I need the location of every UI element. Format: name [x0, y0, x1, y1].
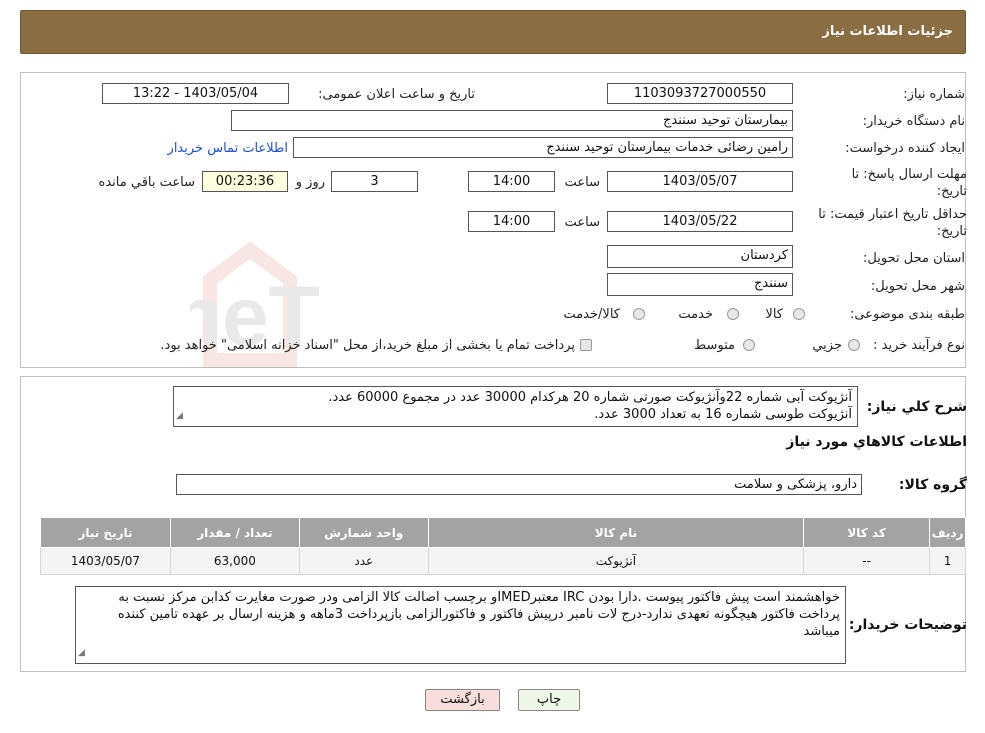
announce-field: 1403/05/04 - 13:22 [102, 83, 289, 104]
city-field: سنندج [607, 273, 793, 296]
validity-label-line2: تاریخ: [936, 224, 967, 239]
category-option-service: خدمت [678, 307, 713, 322]
validity-time-label: ساعت [564, 215, 600, 230]
cell-row: 1 [929, 547, 966, 575]
process-label: نوع فرآیند خرید : [873, 338, 965, 353]
back-button[interactable]: بازگشت [425, 689, 500, 711]
category-option-goods-service: کالا/خدمت [563, 307, 620, 322]
col-row: ردیف [929, 517, 966, 548]
days-field: 3 [331, 171, 418, 192]
deadline-date-field: 1403/05/07 [607, 171, 793, 192]
deadline-time-field: 14:00 [468, 171, 555, 192]
page-title: جزئیات اطلاعات نیاز [822, 24, 953, 39]
deadline-time-label: ساعت [564, 175, 600, 190]
category-option-goods: کالا [765, 307, 783, 322]
validity-date-field: 1403/05/22 [607, 211, 793, 232]
cell-qty: 63,000 [169, 547, 300, 575]
goods-group-field: دارو، پزشکی و سلامت [176, 474, 862, 495]
process-radio-medium[interactable] [743, 339, 755, 351]
col-date: تاریخ نیاز [40, 517, 171, 548]
category-radio-goods[interactable] [793, 308, 805, 320]
province-label: استان محل تحویل: [863, 251, 965, 266]
buyer-org-label: نام دستگاه خریدار: [862, 114, 965, 129]
cell-unit: عدد [298, 547, 429, 575]
buyer-contact-link[interactable]: اطلاعات تماس خریدار [168, 141, 288, 156]
buyer-org-field: بیمارستان توحید سنندج [231, 110, 793, 131]
remaining-time-label: ساعت باقي مانده [98, 175, 195, 190]
cell-name: آنژیوکت [427, 547, 805, 575]
city-label: شهر محل تحویل: [870, 279, 965, 294]
deadline-label: مهلت ارسال پاسخ: تا تاریخ: [852, 166, 967, 200]
description-line2: آنژیوکت طوسی شماره 16 به تعداد 3000 عدد. [594, 407, 852, 422]
need-number-field: 1103093727000550 [607, 83, 793, 104]
page-header: جزئیات اطلاعات نیاز [20, 10, 966, 54]
validity-label-line1: حداقل تاریخ اعتبار قیمت: تا [818, 207, 967, 222]
col-qty: تعداد / مقدار [169, 517, 300, 548]
category-radio-service[interactable] [727, 308, 739, 320]
category-label: طبقه بندی موضوعی: [849, 307, 965, 322]
goods-group-label: گروه کالا: [898, 477, 967, 493]
print-button[interactable]: چاپ [518, 689, 580, 711]
validity-label: حداقل تاریخ اعتبار قیمت: تا تاریخ: [818, 206, 967, 240]
description-label: شرح کلي نیاز: [866, 399, 967, 415]
description-line1: آنژیوکت آبی شماره 22وآنژیوکت صورتی شماره… [328, 390, 852, 405]
process-radio-minor[interactable] [848, 339, 860, 351]
cell-code: -- [803, 547, 931, 575]
resize-grip-icon[interactable]: ◢ [78, 645, 85, 662]
days-label: روز و [295, 175, 325, 190]
goods-table-header: ردیف کد کالا نام کالا واحد شمارش تعداد /… [40, 517, 966, 548]
table-row: 1 -- آنژیوکت عدد 63,000 1403/05/07 [40, 547, 966, 575]
process-option-minor: جزیي [812, 338, 842, 353]
requester-field: رامین رضائی خدمات بیمارستان توحید سنندج [293, 137, 793, 158]
cell-date: 1403/05/07 [40, 547, 171, 575]
announce-label: تاریخ و ساعت اعلان عمومی: [318, 87, 475, 102]
goods-section-title: اطلاعات کالاهاي مورد نیاز [786, 434, 967, 450]
buyer-notes-label: توضیحات خریدار: [848, 617, 967, 633]
buyer-notes-textarea[interactable]: خواهشمند است پیش فاکتور پیوست .دارا بودن… [75, 586, 846, 664]
province-field: کردستان [607, 245, 793, 268]
remaining-time-field: 00:23:36 [202, 171, 288, 192]
deadline-label-line2: تاریخ: [936, 184, 967, 199]
buyer-notes-text: خواهشمند است پیش فاکتور پیوست .دارا بودن… [117, 590, 840, 639]
process-option-medium: متوسط [694, 338, 735, 353]
col-unit: واحد شمارش [298, 517, 429, 548]
col-code: کد کالا [803, 517, 931, 548]
requester-label: ایجاد کننده درخواست: [845, 141, 965, 156]
col-name: نام کالا [427, 517, 805, 548]
resize-grip-icon[interactable]: ◢ [176, 408, 183, 425]
description-textarea[interactable]: آنژیوکت آبی شماره 22وآنژیوکت صورتی شماره… [173, 386, 858, 427]
treasury-checkbox[interactable] [580, 339, 592, 351]
goods-table: ردیف کد کالا نام کالا واحد شمارش تعداد /… [40, 517, 966, 575]
process-note: پرداخت تمام یا بخشی از مبلغ خرید،از محل … [160, 338, 575, 353]
need-number-label: شماره نیاز: [903, 87, 965, 102]
deadline-label-line1: مهلت ارسال پاسخ: تا [851, 167, 967, 182]
validity-time-field: 14:00 [468, 211, 555, 232]
category-radio-goods-service[interactable] [633, 308, 645, 320]
